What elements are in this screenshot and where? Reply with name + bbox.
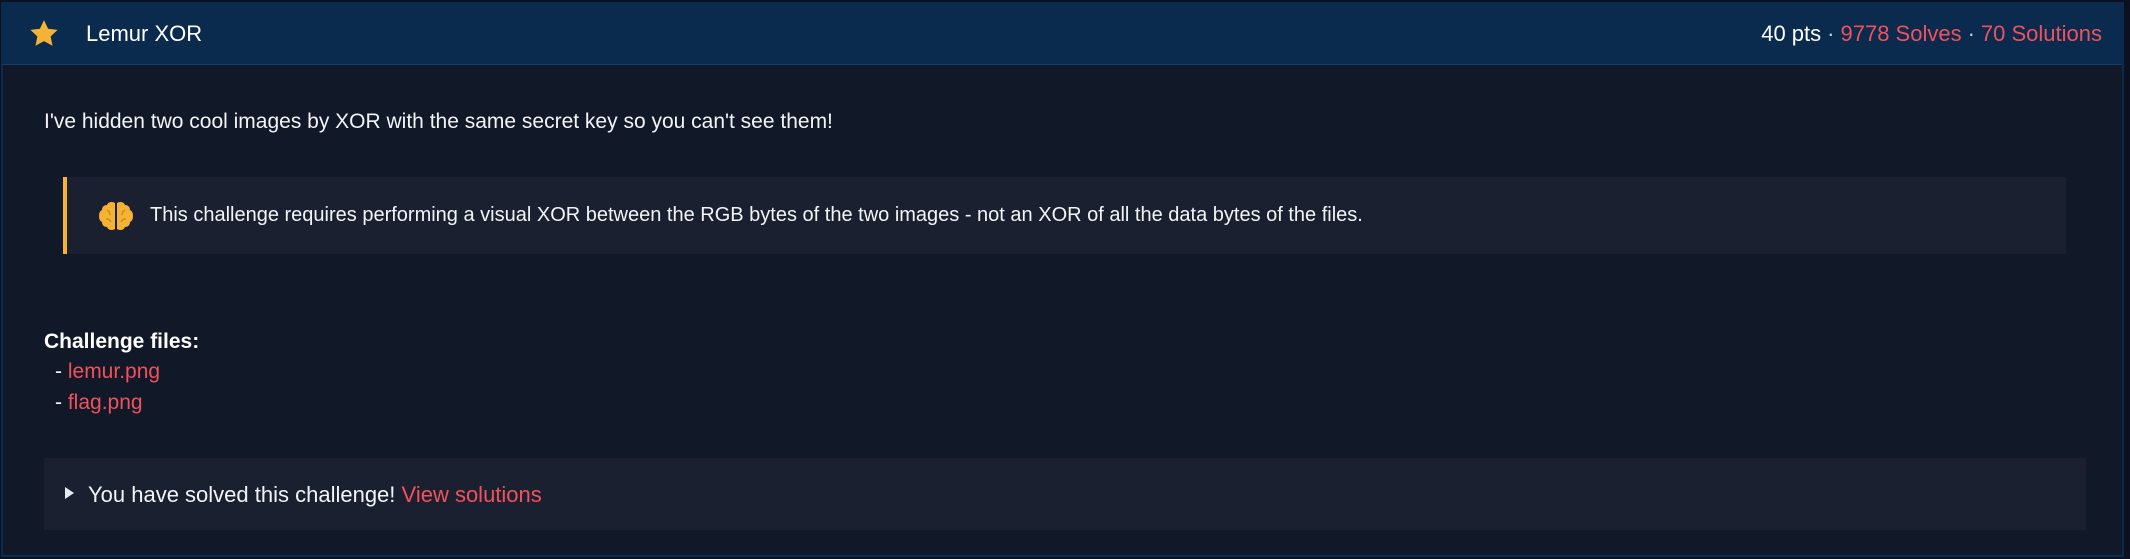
view-solutions-link[interactable]: View solutions [402,482,542,507]
list-bullet: - [55,360,62,383]
solutions-link[interactable]: 70 Solutions [1981,21,2102,46]
challenge-meta: 40 pts · 9778 Solves · 70 Solutions [1761,21,2102,47]
challenge-panel: Lemur XOR 40 pts · 9778 Solves · 70 Solution… [1,2,2124,557]
solved-summary[interactable]: You have solved this challenge! View sol… [44,458,2086,530]
file-list-item: - lemur.png [55,360,160,384]
challenge-files-heading: Challenge files: [44,330,200,353]
solves-link[interactable]: 9778 Solves [1840,21,1961,46]
solved-label: You have solved this challenge! [88,482,396,507]
disclosure-triangle-icon[interactable] [65,487,74,499]
file-list-item: - flag.png [55,391,143,415]
meta-separator: · [1967,21,1975,46]
list-bullet: - [55,391,62,414]
meta-separator: · [1827,21,1835,46]
challenge-description: I've hidden two cool images by XOR with … [44,110,833,133]
points-label: 40 pts [1761,21,1822,46]
brain-icon [99,201,133,231]
challenge-title: Lemur XOR [86,21,203,46]
hint-callout: This challenge requires performing a vis… [63,177,2066,254]
hint-text: This challenge requires performing a vis… [150,204,1363,226]
star-icon[interactable] [27,17,61,51]
challenge-header[interactable]: Lemur XOR 40 pts · 9778 Solves · 70 Solution… [3,2,2122,65]
solved-message: You have solved this challenge! View sol… [88,482,542,508]
file-link-flag[interactable]: flag.png [68,391,143,414]
file-link-lemur[interactable]: lemur.png [68,360,160,383]
